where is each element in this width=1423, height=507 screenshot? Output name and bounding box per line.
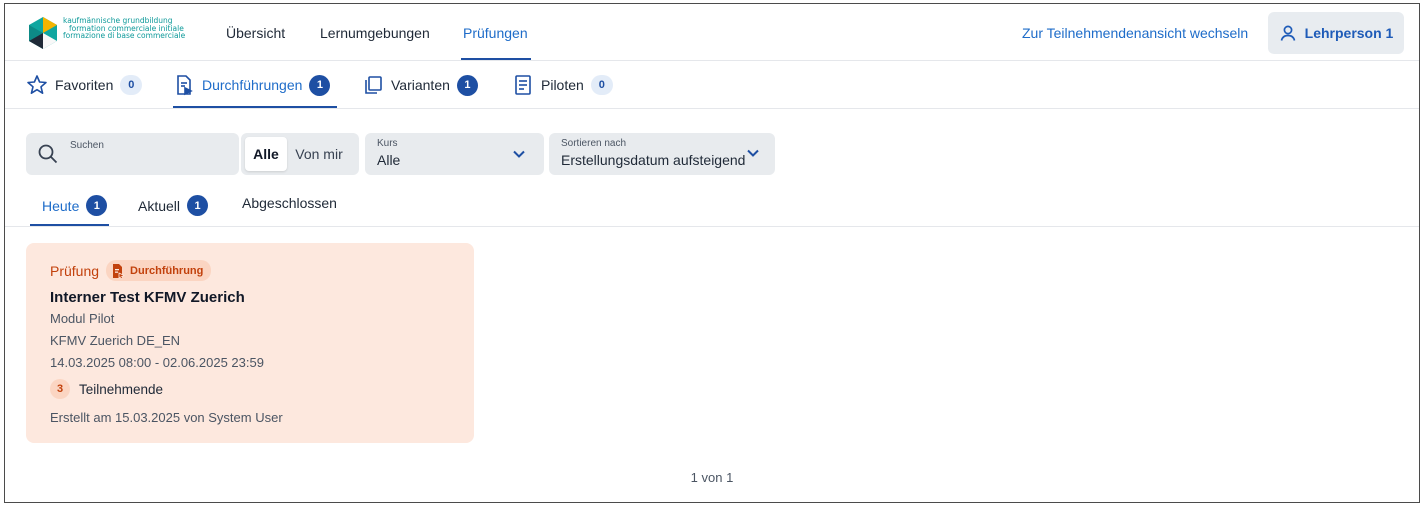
search-input[interactable]: Suchen — [26, 133, 239, 175]
card-type-row: Prüfung Durchführung — [50, 260, 212, 281]
tab-favoriten[interactable]: Favoriten 0 — [26, 73, 143, 97]
brand-line-3: formazione di base commerciale — [63, 31, 186, 41]
document-play-icon — [177, 75, 193, 96]
document-icon — [515, 75, 531, 95]
user-menu-button[interactable]: Lehrperson 1 — [1268, 12, 1404, 54]
owner-option-von-mir[interactable]: Von mir — [287, 137, 351, 171]
course-select-label: Kurs — [377, 138, 398, 149]
sort-select-value: Erstellungsdatum aufsteigend — [561, 152, 746, 168]
section-tabs: Favoriten 0 Durchführungen 1 Varianten 1 — [5, 61, 1419, 109]
nav-uebersicht[interactable]: Übersicht — [226, 25, 285, 41]
tab-label: Heute — [42, 197, 80, 214]
tab-abgeschlossen[interactable]: Abgeschlossen — [242, 195, 337, 211]
tab-count-badge: 1 — [187, 195, 209, 216]
tab-durchfuehrungen[interactable]: Durchführungen 1 — [173, 73, 331, 97]
sort-select[interactable]: Sortieren nach Erstellungsdatum aufsteig… — [549, 133, 775, 175]
tab-active-indicator — [173, 106, 337, 108]
card-period: 14.03.2025 08:00 - 02.06.2025 23:59 — [50, 355, 264, 370]
course-select-value: Alle — [377, 152, 401, 168]
participants-label: Teilnehmende — [79, 381, 164, 397]
tab-label: Abgeschlossen — [242, 195, 337, 211]
tab-count-badge: 1 — [456, 74, 478, 96]
tab-count-badge: 1 — [86, 195, 108, 216]
nav-active-indicator — [461, 58, 531, 60]
card-type: Prüfung — [50, 262, 100, 279]
star-icon — [27, 75, 47, 95]
card-module: Modul Pilot — [50, 311, 115, 326]
nav-pruefungen[interactable]: Prüfungen — [463, 25, 528, 41]
top-navigation: kaufmännische grundbildung formation com… — [5, 4, 1419, 61]
tab-varianten[interactable]: Varianten 1 — [362, 73, 478, 97]
chevron-down-icon — [747, 149, 759, 157]
tab-label: Aktuell — [138, 197, 181, 214]
tab-piloten[interactable]: Piloten 0 — [512, 73, 613, 97]
tab-label: Piloten — [541, 77, 584, 93]
tab-count-badge: 0 — [120, 75, 143, 95]
search-icon — [38, 144, 58, 164]
search-placeholder: Suchen — [70, 140, 104, 151]
document-play-icon — [113, 263, 125, 279]
tab-label: Varianten — [391, 77, 450, 93]
brand-text: kaufmännische grundbildung formation com… — [63, 17, 185, 40]
chevron-down-icon — [513, 150, 525, 158]
brand-logo[interactable] — [26, 16, 60, 50]
status-tab-active-indicator — [30, 224, 109, 226]
owner-option-alle[interactable]: Alle — [245, 137, 287, 171]
card-group: KFMV Zuerich DE_EN — [50, 333, 181, 348]
user-name: Lehrperson 1 — [1304, 25, 1394, 41]
card-kind-label: Durchführung — [130, 264, 204, 277]
tab-label: Favoriten — [55, 77, 114, 93]
user-icon — [1280, 25, 1295, 41]
card-kind-badge: Durchführung — [106, 260, 212, 281]
tab-label: Durchführungen — [202, 77, 303, 93]
card-created: Erstellt am 15.03.2025 von System User — [50, 410, 283, 425]
nav-lernumgebungen[interactable]: Lernumgebungen — [320, 25, 430, 41]
switch-view-link[interactable]: Zur Teilnehmendenansicht wechseln — [1022, 25, 1248, 41]
card-participants: 3 Teilnehmende — [50, 379, 163, 399]
owner-toggle: Alle Von mir — [241, 133, 359, 175]
participants-count: 3 — [50, 379, 70, 399]
sort-select-label: Sortieren nach — [561, 138, 627, 149]
exam-card[interactable]: Prüfung Durchführung Interner Test KFMV … — [26, 243, 474, 443]
app-frame: kaufmännische grundbildung formation com… — [4, 3, 1420, 503]
course-select[interactable]: Kurs Alle — [365, 133, 544, 175]
tab-count-badge: 0 — [590, 75, 613, 95]
tab-heute[interactable]: Heute 1 — [42, 195, 108, 216]
copy-icon — [365, 76, 382, 94]
tab-aktuell[interactable]: Aktuell 1 — [138, 195, 209, 216]
card-title: Interner Test KFMV Zuerich — [50, 289, 245, 306]
status-tabs: Heute 1 Aktuell 1 Abgeschlossen — [5, 189, 1419, 227]
tab-count-badge: 1 — [309, 74, 331, 96]
pagination-info: 1 von 1 — [690, 470, 734, 485]
